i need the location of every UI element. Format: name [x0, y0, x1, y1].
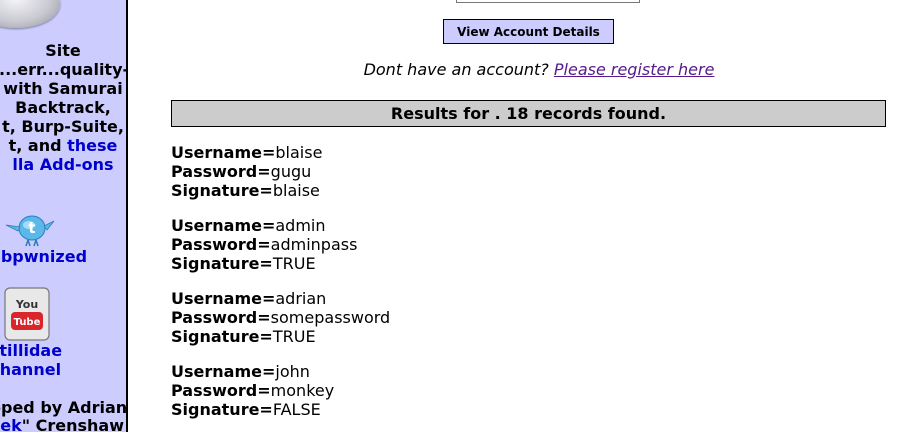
password-row: Password=adminpass [171, 235, 390, 254]
signature-label: Signature= [171, 400, 273, 419]
sidebar-line: t, Burp-Suite, [2, 117, 124, 136]
record-item: Username=admin Password=adminpass Signat… [171, 216, 390, 273]
signature-row: Signature=blaise [171, 181, 390, 200]
sidebar-description: Site ...err...quality- with Samurai Back… [0, 41, 128, 174]
addons-link[interactable]: these [67, 136, 117, 155]
username-row: Username=john [171, 362, 390, 381]
password-row: Password=somepassword [171, 308, 390, 327]
results-list: Username=blaise Password=gugu Signature=… [171, 143, 390, 435]
register-prompt-line: Dont have an account? Please register he… [130, 60, 912, 80]
sidebar-line: with Samurai [3, 79, 123, 98]
signature-label: Signature= [171, 327, 273, 346]
password-label: Password= [171, 235, 271, 254]
twitter-bird-icon[interactable]: t [4, 211, 56, 249]
signature-label: Signature= [171, 181, 273, 200]
signature-value: FALSE [272, 400, 321, 419]
password-value: adminpass [270, 235, 358, 254]
youtube-channel-link[interactable]: utillidae Channel [0, 341, 62, 379]
register-link[interactable]: Please register here [554, 60, 715, 79]
password-row: Password=monkey [171, 381, 390, 400]
main-content: View Account Details Dont have an accoun… [130, 0, 912, 432]
username-row: Username=blaise [171, 143, 390, 162]
username-row: Username=adrian [171, 289, 390, 308]
record-item: Username=blaise Password=gugu Signature=… [171, 143, 390, 200]
sidebar-line: t, and these [0, 136, 126, 155]
password-input[interactable] [456, 0, 640, 3]
twitter-icon-letter: t [28, 219, 35, 237]
twitter-link[interactable]: ebpwnized [0, 247, 87, 267]
username-value: adrian [275, 289, 327, 308]
developer-credit: oped by Adrian ek" Crenshaw [0, 398, 128, 433]
password-label: Password= [171, 308, 271, 327]
register-prompt: Dont have an account? [363, 60, 549, 79]
youtube-label-line[interactable]: utillidae [0, 341, 62, 360]
username-value: admin [275, 216, 326, 235]
sidebar: Site ...err...quality- with Samurai Back… [0, 0, 128, 432]
developer-line: oped by Adrian [0, 398, 128, 417]
site-logo[interactable] [0, 0, 60, 28]
signature-label: Signature= [171, 254, 273, 273]
signature-row: Signature=FALSE [171, 400, 390, 419]
sidebar-line: Backtrack, [15, 98, 111, 117]
password-label: Password= [171, 381, 271, 400]
sidebar-line-prefix: t, and [8, 136, 68, 155]
username-value: john [275, 362, 310, 381]
signature-value: TRUE [272, 327, 316, 346]
developer-name-suffix: " Crenshaw [21, 416, 124, 433]
signature-row: Signature=TRUE [171, 254, 390, 273]
username-label: Username= [171, 216, 276, 235]
developer-line: ek" Crenshaw [0, 416, 124, 433]
password-value: monkey [270, 381, 335, 400]
username-row: Username=admin [171, 216, 390, 235]
password-label: Password= [171, 162, 271, 181]
sidebar-line: ...err...quality- [0, 60, 128, 79]
username-label: Username= [171, 289, 276, 308]
username-value: blaise [275, 143, 323, 162]
username-label: Username= [171, 362, 276, 381]
view-account-details-button[interactable]: View Account Details [443, 19, 614, 44]
youtube-icon-you: You [15, 298, 38, 311]
youtube-label-line[interactable]: Channel [0, 360, 62, 379]
password-value: somepassword [270, 308, 391, 327]
record-item: Username=john Password=monkey Signature=… [171, 362, 390, 419]
password-value: gugu [270, 162, 312, 181]
sidebar-line: lla Add-ons [0, 155, 126, 174]
signature-value: TRUE [272, 254, 316, 273]
addons-link-continued[interactable]: lla Add-ons [12, 155, 113, 174]
signature-value: blaise [272, 181, 320, 200]
developer-link[interactable]: ek [0, 416, 22, 433]
youtube-icon[interactable]: You Tube [4, 287, 50, 341]
password-row: Password=gugu [171, 162, 390, 181]
results-header: Results for . 18 records found. [171, 100, 886, 127]
youtube-icon-tube: Tube [14, 317, 41, 328]
username-label: Username= [171, 143, 276, 162]
signature-row: Signature=TRUE [171, 327, 390, 346]
sidebar-line: Site [45, 41, 81, 60]
record-item: Username=adrian Password=somepassword Si… [171, 289, 390, 346]
